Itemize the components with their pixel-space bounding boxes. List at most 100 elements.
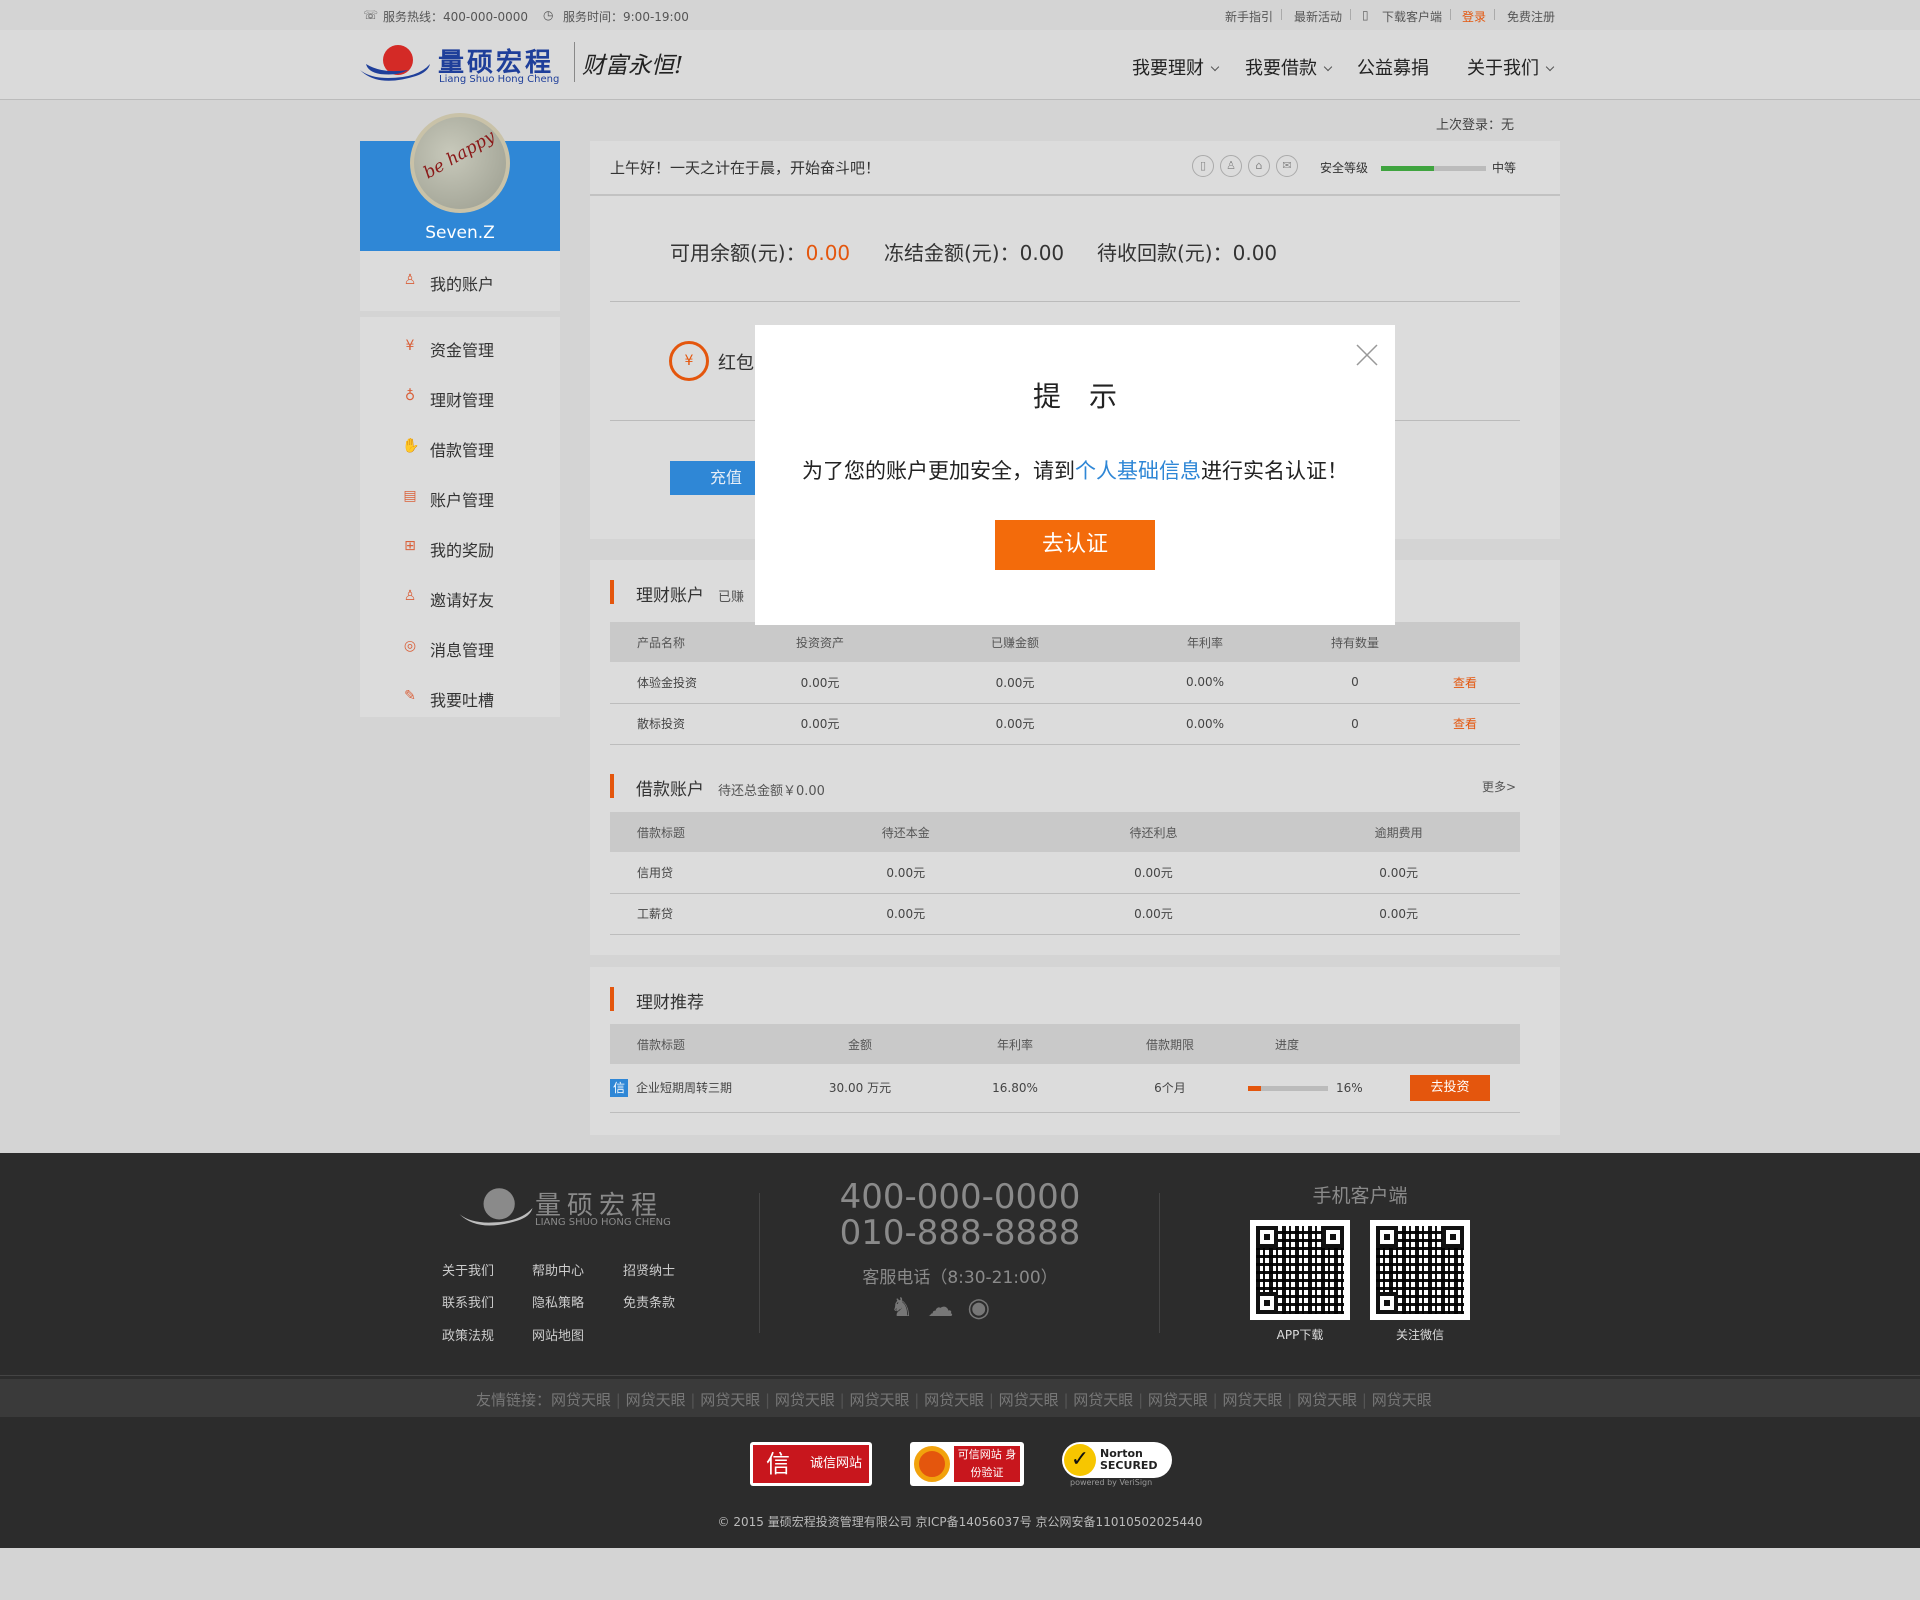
red-packet-label[interactable]: 红包 [718, 349, 754, 375]
footer: 量硕宏程 LIANG SHUO HONG CHENG 关于我们 帮助中心 招贤纳… [0, 1153, 1920, 1548]
wechat-icon[interactable]: ☁ [927, 1293, 967, 1323]
table-row: 工薪贷 0.00元 0.00元 0.00元 [610, 893, 1520, 934]
friend-link[interactable]: 网贷天眼 [924, 1391, 984, 1409]
footer-logo-icon [455, 1183, 535, 1233]
friend-link[interactable]: 网贷天眼 [1297, 1391, 1357, 1409]
friend-links-bar: 友情链接：网贷天眼 | 网贷天眼 | 网贷天眼 | 网贷天眼 | 网贷天眼 | … [0, 1379, 1920, 1417]
close-icon[interactable] [1355, 343, 1379, 367]
register-link[interactable]: 免费注册 [1507, 8, 1555, 25]
sidebar-item-my-account[interactable]: ♙ 我的账户 [360, 256, 560, 306]
qr-wechat-label: 关注微信 [1395, 1328, 1444, 1342]
table-row: 体验金投资 0.00元 0.00元 0.00% 0 查看 [610, 662, 1520, 703]
verify-button[interactable]: 去认证 [995, 520, 1155, 570]
frozen-amount: 冻结金额(元)：0.00 [884, 241, 1065, 265]
footer-link-disclaimer[interactable]: 免责条款 [623, 1292, 675, 1311]
footer-phone-1: 400-000-0000 [839, 1177, 1081, 1217]
sidebar-item-messages[interactable]: ◎ 消息管理 [360, 622, 560, 672]
view-link[interactable]: 查看 [1410, 703, 1520, 744]
friend-link[interactable]: 网贷天眼 [700, 1391, 760, 1409]
pending-amount: 待收回款(元)：0.00 [1097, 241, 1278, 265]
phone-verify-icon[interactable]: ▯ [1192, 155, 1214, 177]
avatar[interactable]: be happy [410, 113, 510, 213]
my-account-panel: ♙ 我的账户 [360, 251, 560, 311]
friend-link[interactable]: 网贷天眼 [551, 1391, 611, 1409]
security-bar [1381, 166, 1486, 171]
integrity-icon: 信 [753, 1445, 803, 1483]
sidebar-item-reward[interactable]: ⊞ 我的奖励 [360, 522, 560, 572]
footer-link-contact[interactable]: 联系我们 [442, 1292, 494, 1311]
friend-link[interactable]: 网贷天眼 [1148, 1391, 1208, 1409]
nav-invest[interactable]: 我要理财 [1132, 54, 1220, 80]
gift-icon: ⊞ [404, 538, 416, 554]
product-name[interactable]: 企业短期周转三期 [636, 1081, 732, 1095]
trusted-icon [914, 1446, 950, 1482]
sidebar-item-feedback[interactable]: ✎ 我要吐槽 [360, 672, 560, 722]
badge-trusted[interactable]: 可信网站 身份验证 [910, 1442, 1024, 1486]
footer-link-about[interactable]: 关于我们 [442, 1260, 494, 1279]
last-login: 上次登录：无 [1436, 118, 1515, 133]
friend-link[interactable]: 网贷天眼 [626, 1391, 686, 1409]
available-balance: 可用余额(元)：0.00 [670, 241, 851, 265]
footer-social: ♞☁◉ [890, 1293, 1004, 1323]
sidebar-item-loan[interactable]: ✋ 借款管理 [360, 422, 560, 472]
add-user-icon: ♙ [403, 588, 417, 604]
footer-link-policy[interactable]: 政策法规 [442, 1325, 494, 1344]
slogan: 财富永恒! [582, 53, 684, 79]
friend-link[interactable]: 网贷天眼 [849, 1391, 909, 1409]
verification-modal: 提 示 为了您的账户更加安全，请到个人基础信息进行实名认证！ 去认证 [755, 325, 1395, 625]
header: 量硕宏程 Liang Shuo Hong Cheng 财富永恒! 我要理财 我要… [0, 30, 1920, 100]
nav-charity[interactable]: 公益募捐 [1357, 54, 1429, 80]
friend-link[interactable]: 网贷天眼 [1073, 1391, 1133, 1409]
qq-icon[interactable]: ♞ [890, 1293, 927, 1323]
sidebar-item-account[interactable]: ▤ 账户管理 [360, 472, 560, 522]
badge-norton[interactable]: ✓ Norton SECURED powered by VeriSign [1062, 1442, 1172, 1487]
invest-button[interactable]: 去投资 [1410, 1074, 1490, 1101]
weibo-icon[interactable]: ◉ [967, 1293, 1004, 1323]
download-client-link[interactable]: 下载客户端 [1382, 8, 1442, 25]
footer-logo-en: LIANG SHUO HONG CHENG [535, 1217, 671, 1228]
progress-bar [1248, 1085, 1328, 1091]
footer-link-jobs[interactable]: 招贤纳士 [623, 1260, 675, 1279]
personal-info-link[interactable]: 个人基础信息 [1075, 459, 1201, 483]
hotline-text: 服务热线：400-000-0000 [383, 10, 529, 24]
footer-service: 客服电话（8:30-21:00） [862, 1268, 1058, 1288]
footer-link-privacy[interactable]: 隐私策略 [532, 1292, 584, 1311]
red-packet-icon[interactable]: ¥ [669, 341, 709, 381]
friend-links: 友情链接：网贷天眼 | 网贷天眼 | 网贷天眼 | 网贷天眼 | 网贷天眼 | … [476, 1391, 1432, 1409]
table-row: 信用贷 0.00元 0.00元 0.00元 [610, 852, 1520, 893]
friend-link[interactable]: 网贷天眼 [775, 1391, 835, 1409]
user-card: be happy Seven.Z [360, 113, 560, 251]
login-link[interactable]: 登录 [1462, 8, 1486, 25]
logo-icon[interactable] [358, 40, 430, 88]
table-row: 散标投资 0.00元 0.00元 0.00% 0 查看 [610, 703, 1520, 744]
activity-link[interactable]: 最新活动 [1294, 8, 1342, 25]
sidebar-item-invite[interactable]: ♙ 邀请好友 [360, 572, 560, 622]
username: Seven.Z [425, 223, 495, 243]
sidebar-item-finance[interactable]: ♁ 理财管理 [360, 372, 560, 422]
nav-about[interactable]: 关于我们 [1467, 54, 1555, 80]
logo-en: Liang Shuo Hong Cheng [439, 74, 560, 85]
mail-icon[interactable]: ✉ [1276, 155, 1298, 177]
security-level: 中等 [1492, 161, 1517, 175]
friend-link[interactable]: 网贷天眼 [1223, 1391, 1283, 1409]
friend-link[interactable]: 网贷天眼 [999, 1391, 1059, 1409]
friend-link[interactable]: 网贷天眼 [1372, 1391, 1432, 1409]
sidebar-item-funds[interactable]: ¥ 资金管理 [360, 322, 560, 372]
identity-verify-icon[interactable]: ♙ [1220, 155, 1242, 177]
view-link[interactable]: 查看 [1410, 662, 1520, 703]
guide-link[interactable]: 新手指引 [1225, 8, 1273, 25]
badge-integrity[interactable]: 信 诚信网站 [750, 1442, 872, 1486]
nav-borrow[interactable]: 我要借款 [1245, 54, 1333, 80]
chat-icon: ◎ [403, 638, 417, 654]
loan-more-link[interactable]: 更多> [1482, 778, 1516, 795]
sidebar-menu: ¥ 资金管理 ♁ 理财管理 ✋ 借款管理 ▤ 账户管理 ⊞ 我的奖励 ♙ 邀请好友 ◎ 消息管… [360, 317, 560, 717]
lock-icon[interactable]: ⌂ [1248, 155, 1270, 177]
phone-icon: ☏ [363, 8, 379, 22]
service-hours-text: 服务时间：9:00-19:00 [563, 10, 689, 24]
modal-title: 提 示 [1032, 380, 1117, 413]
money-bag-icon: ♁ [404, 388, 416, 404]
recommend-table: 借款标题 金额 年利率 借款期限 进度 信企业短期周转三期 30.00 万元 16.80… [610, 1024, 1520, 1113]
qr-app-label: APP下载 [1276, 1328, 1324, 1342]
footer-link-sitemap[interactable]: 网站地图 [532, 1325, 584, 1344]
footer-link-help[interactable]: 帮助中心 [532, 1260, 584, 1279]
